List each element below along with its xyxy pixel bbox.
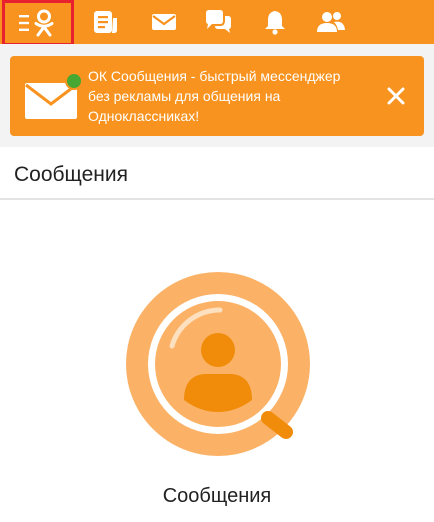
empty-state-caption: Сообщения (162, 485, 272, 507)
top-navigation-bar (0, 0, 434, 46)
close-icon (387, 87, 405, 105)
feed-button[interactable] (88, 0, 124, 44)
banner-line-3: Одноклассниках! (88, 108, 200, 124)
banner-envelope-icon (24, 71, 86, 128)
banner-line-1: ОК Сообщения - быстрый мессенджер (88, 68, 341, 84)
envelope-icon (25, 72, 83, 119)
search-user-icon (126, 272, 310, 456)
promo-banner-area: ОК Сообщения - быстрый мессенджер без ре… (0, 44, 434, 147)
divider (0, 198, 434, 200)
feed-icon (94, 11, 117, 33)
bell-icon (265, 11, 285, 35)
promo-banner[interactable]: ОК Сообщения - быстрый мессенджер без ре… (10, 56, 424, 136)
notifications-button[interactable] (260, 0, 290, 44)
ok-logo-menu-icon (19, 9, 54, 37)
banner-close-button[interactable] (382, 82, 410, 110)
page-title: Сообщения (14, 163, 128, 186)
envelope-icon (152, 14, 176, 30)
empty-state-illustration (124, 272, 316, 469)
chat-bubbles-icon (206, 10, 231, 33)
friends-button[interactable] (314, 0, 348, 44)
discussions-button[interactable] (202, 0, 234, 44)
friends-icon (317, 12, 345, 32)
messages-button[interactable] (148, 0, 180, 44)
banner-line-2: без рекламы для общения на (88, 88, 281, 104)
menu-button[interactable] (2, 0, 74, 46)
promo-banner-text: ОК Сообщения - быстрый мессенджер без ре… (88, 66, 368, 126)
